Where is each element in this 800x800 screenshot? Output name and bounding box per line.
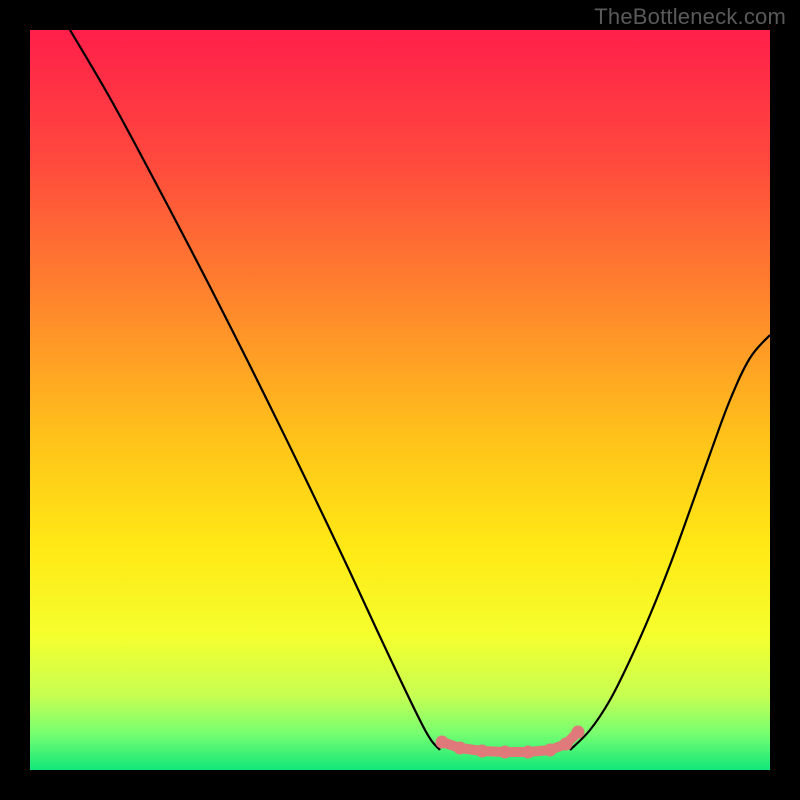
trough-marker-dot [436,736,449,749]
watermark-text: TheBottleneck.com [594,4,786,30]
trough-marker-dot [454,742,467,755]
trough-marker-dot [572,726,585,739]
trough-marker-dot [522,746,535,759]
gradient-background [30,30,770,770]
plot-svg [30,30,770,770]
trough-marker-dot [560,738,573,751]
plot-area [30,30,770,770]
trough-marker-dot [544,744,557,757]
trough-marker-dot [476,745,489,758]
trough-marker-dot [499,746,512,759]
outer-frame: TheBottleneck.com [0,0,800,800]
